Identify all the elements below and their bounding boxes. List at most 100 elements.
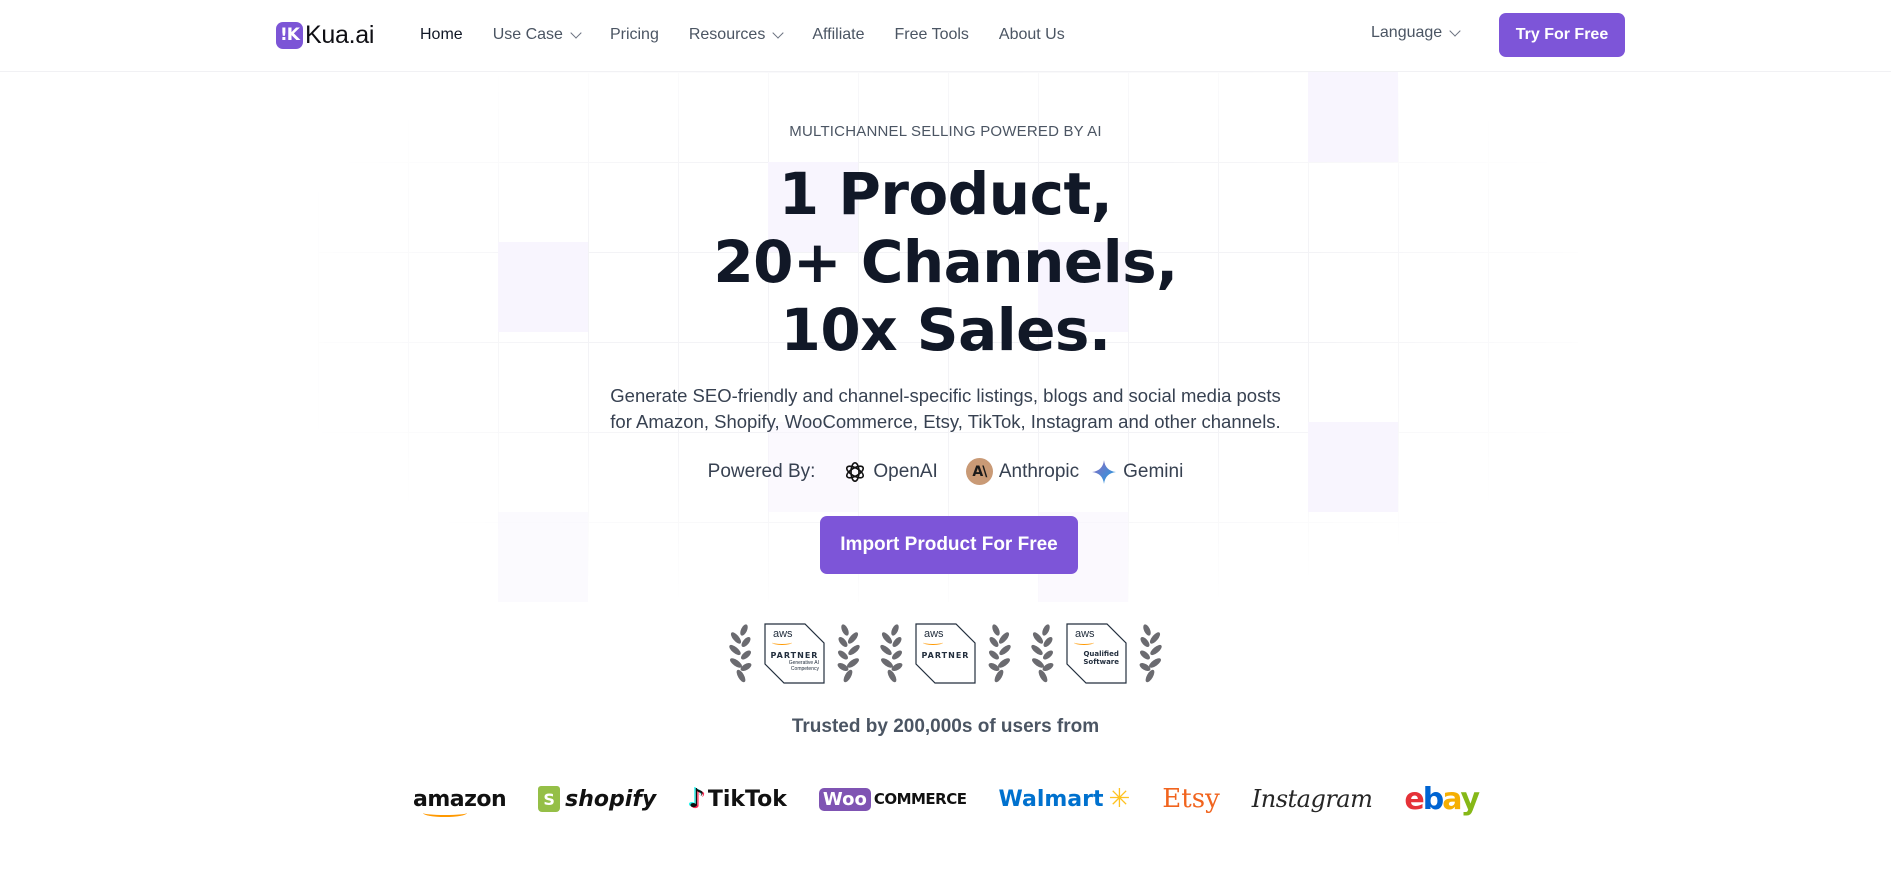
grid-highlight-cell — [498, 512, 588, 602]
language-label: Language — [1371, 24, 1443, 41]
nav-use-case[interactable]: Use Case — [492, 26, 582, 44]
nav-about-us-label: About Us — [998, 26, 1065, 43]
chevron-down-icon — [570, 27, 582, 39]
grid-highlight-cell — [1308, 72, 1398, 162]
nav-pricing[interactable]: Pricing — [610, 26, 659, 44]
language-selector[interactable]: Language — [1371, 24, 1461, 42]
amazon-logo: amazon — [412, 786, 507, 817]
provider-name: Anthropic — [998, 460, 1080, 482]
nav-affiliate[interactable]: Affiliate — [812, 26, 864, 44]
badge-group: aws PARTNER Generative AI Competency — [726, 622, 863, 684]
aws-smile-icon — [1074, 640, 1094, 645]
hero-headline: 1 Product, 20+ Channels, 10x Sales. — [0, 160, 1891, 364]
provider-anthropic: A\ Anthropic — [965, 458, 1080, 485]
tiktok-note-icon: ♪ — [688, 784, 705, 814]
nav-free-tools[interactable]: Free Tools — [895, 26, 969, 44]
badge-subtitle-line: Competency — [790, 665, 819, 672]
brand-name: amazon — [412, 786, 507, 812]
nav-resources-label: Resources — [688, 26, 766, 43]
provider-gemini: Gemini — [1091, 459, 1183, 485]
logo[interactable]: !K Kua.ai — [276, 21, 374, 49]
chevron-down-icon — [1449, 25, 1461, 37]
hero-subtitle: Generate SEO-friendly and channel-specif… — [0, 383, 1891, 435]
tiktok-logo: ♪ TikTok — [688, 784, 787, 814]
shopify-logo: S shopify — [538, 786, 656, 812]
badge-group: aws PARTNER — [877, 622, 1014, 684]
subtitle-line: Generate SEO-friendly and channel-specif… — [610, 385, 1281, 406]
aws-badges: aws PARTNER Generative AI Competency aws… — [0, 622, 1891, 684]
logo-text: Kua.ai — [305, 20, 375, 49]
laurel-right-icon — [837, 624, 860, 683]
anthropic-icon: A\ — [965, 458, 993, 485]
import-product-button[interactable]: Import Product For Free — [820, 516, 1078, 574]
walmart-spark-icon: ✳ — [1108, 784, 1131, 814]
badge-subtitle: Qualified Software — [1083, 650, 1119, 666]
provider-name: Gemini — [1123, 460, 1184, 482]
badge-group: aws Qualified Software — [1028, 622, 1165, 684]
brand-logos-row: amazon S shopify ♪ TikTok Woo COMMERCE W… — [0, 780, 1891, 818]
brand-name: Etsy — [1162, 784, 1220, 814]
ebay-letter: b — [1422, 781, 1445, 817]
ebay-letter: y — [1460, 781, 1480, 817]
nav-use-case-label: Use Case — [492, 26, 563, 43]
woo-box-icon: Woo — [818, 787, 871, 811]
brand-name: Instagram — [1251, 785, 1373, 813]
amazon-smile-icon — [422, 809, 467, 817]
nav-about-us[interactable]: About Us — [999, 26, 1065, 44]
try-for-free-button[interactable]: Try For Free — [1499, 13, 1625, 57]
subtitle-line: for Amazon, Shopify, WooCommerce, Etsy, … — [610, 411, 1281, 432]
ebay-letter: a — [1442, 781, 1462, 817]
powered-by-row: Powered By: OpenAI A\ Anthropic Gemini — [0, 458, 1891, 485]
aws-logo: aws — [773, 627, 793, 640]
badge-title: PARTNER — [770, 650, 819, 660]
aws-logo: aws — [1075, 627, 1095, 640]
aws-partner-badge: aws PARTNER — [915, 622, 976, 684]
provider-name: OpenAI — [873, 460, 938, 482]
provider-openai: OpenAI — [843, 460, 938, 484]
nav-affiliate-label: Affiliate — [812, 26, 865, 43]
badge-title: PARTNER — [921, 650, 970, 660]
hero-eyebrow: MULTICHANNEL SELLING POWERED BY AI — [789, 123, 1102, 140]
nav-pricing-label: Pricing — [609, 26, 659, 43]
headline-line: 20+ Channels, — [713, 228, 1178, 296]
brand-name: COMMERCE — [873, 790, 967, 808]
brand-name: TikTok — [707, 786, 787, 812]
powered-by-label: Powered By: — [707, 460, 816, 482]
site-header: !K Kua.ai Home Use Case Pricing Resource… — [0, 0, 1891, 72]
brand-name: shopify — [565, 786, 657, 812]
ebay-letter: e — [1404, 781, 1424, 817]
openai-icon — [846, 461, 865, 482]
main-nav: Home Use Case Pricing Resources Affiliat… — [420, 24, 1095, 46]
trusted-by-label: Trusted by 200,000s of users from — [791, 716, 1100, 737]
nav-home-label: Home — [420, 26, 463, 43]
nav-resources[interactable]: Resources — [688, 26, 784, 44]
badge-subtitle-line: Software — [1083, 657, 1119, 666]
headline-line: 10x Sales. — [780, 296, 1111, 364]
aws-qualified-software-badge: aws Qualified Software — [1066, 622, 1127, 684]
laurel-left-icon — [729, 624, 752, 683]
walmart-logo: Walmart ✳ — [998, 784, 1130, 814]
badge-subtitle: Generative AI Competency — [789, 660, 819, 672]
shopify-bag-icon: S — [538, 786, 561, 812]
laurel-left-icon — [1031, 624, 1054, 683]
kua-logo-icon: !K — [276, 21, 303, 49]
aws-partner-genai-badge: aws PARTNER Generative AI Competency — [764, 622, 825, 684]
chevron-down-icon — [772, 27, 784, 39]
ebay-logo: ebay — [1404, 781, 1480, 817]
etsy-logo: Etsy — [1162, 784, 1219, 814]
aws-smile-icon — [772, 640, 792, 645]
woocommerce-logo: Woo COMMERCE — [818, 787, 967, 811]
brand-name: Walmart — [998, 786, 1104, 812]
badge-subtitle-line: Qualified — [1083, 649, 1119, 658]
nav-home[interactable]: Home — [420, 26, 463, 44]
nav-free-tools-label: Free Tools — [894, 26, 969, 43]
aws-logo: aws — [924, 627, 944, 640]
badge-subtitle-line: Generative AI — [788, 659, 819, 666]
laurel-left-icon — [880, 624, 903, 683]
aws-smile-icon — [923, 640, 943, 645]
laurel-right-icon — [1139, 624, 1162, 683]
gemini-sparkle-icon — [1092, 459, 1117, 484]
instagram-logo: Instagram — [1252, 785, 1373, 813]
headline-line: 1 Product, — [778, 160, 1113, 228]
laurel-right-icon — [988, 624, 1011, 683]
